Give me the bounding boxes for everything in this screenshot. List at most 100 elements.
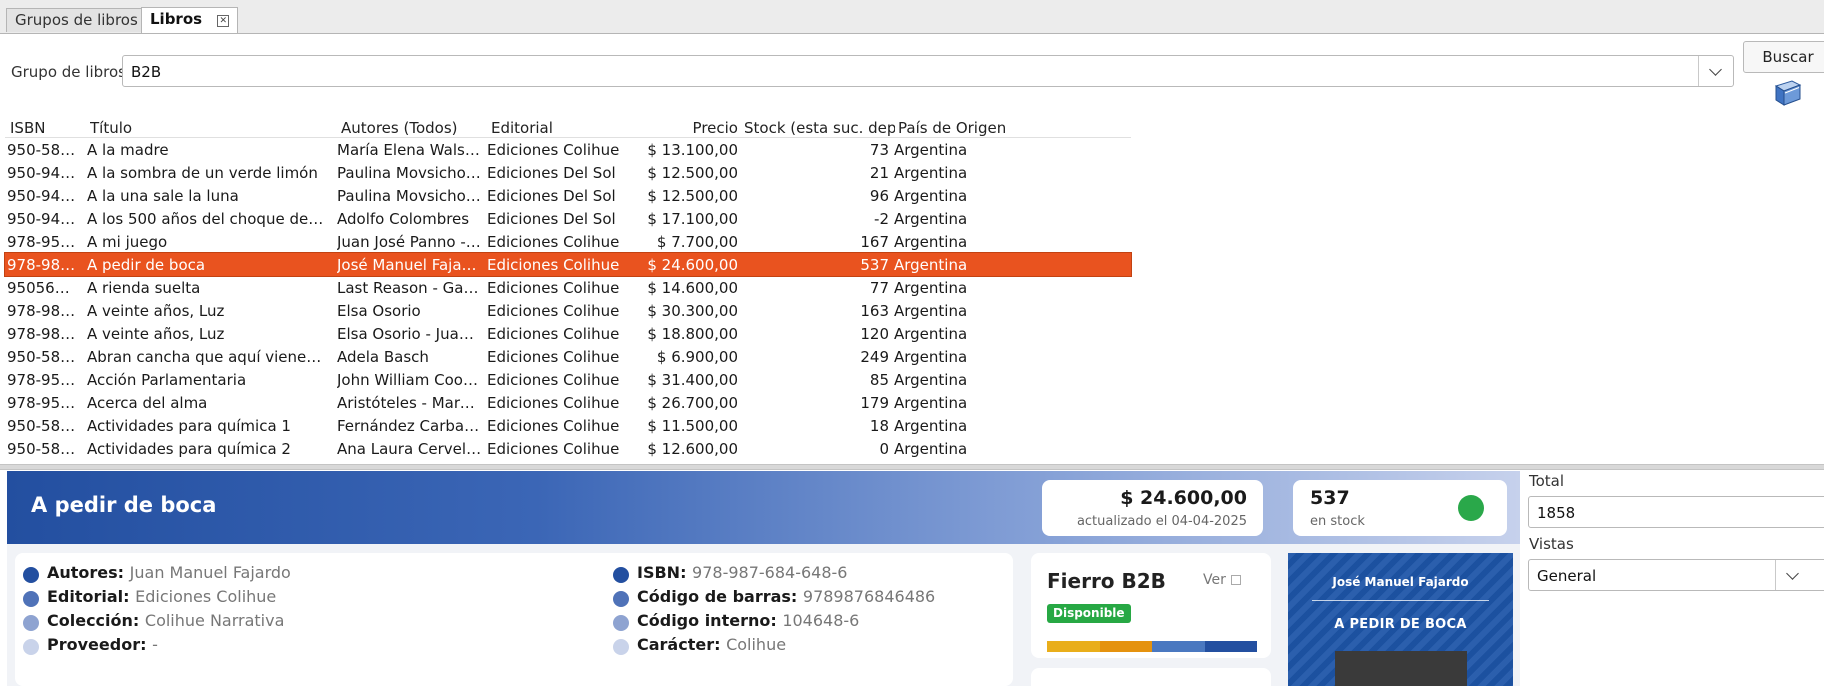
tab-grupos-de-libros[interactable]: Grupos de libros	[6, 8, 147, 32]
table-row[interactable]: 978-987-... A veinte años, Luz Elsa Osorio…	[5, 299, 1131, 322]
info-field-key: Código de barras:	[637, 587, 798, 606]
column-header-isbn[interactable]: ISBN	[10, 119, 45, 137]
cell-editorial: Ediciones Colihue	[487, 256, 620, 274]
cell-stock: -2	[874, 210, 889, 228]
cell-editorial: Ediciones Del Sol	[487, 164, 616, 182]
table-row[interactable]: 978-950-... A mi juego Juan José Panno - J…	[5, 230, 1131, 253]
cell-autores: Elsa Osorio - Juan V...	[337, 325, 482, 343]
table-row[interactable]: 978-950-... Acerca del alma Aristóteles - …	[5, 391, 1131, 414]
color-bar-segment	[1047, 641, 1100, 652]
bullet-icon	[23, 615, 39, 631]
cell-pais: Argentina	[894, 348, 968, 366]
cell-precio: $ 18.800,00	[647, 325, 738, 343]
table-row[interactable]: 978-950-... Acción Parlamentaria John Will…	[5, 368, 1131, 391]
info-field-key: Carácter:	[637, 635, 721, 654]
column-header-autores[interactable]: Autores (Todos)	[341, 119, 457, 137]
cell-editorial: Ediciones Colihue	[487, 279, 620, 297]
total-field[interactable]: 1858	[1528, 496, 1824, 528]
dropdown-button[interactable]	[1775, 560, 1811, 590]
search-button[interactable]: Buscar	[1743, 41, 1824, 73]
cell-titulo: A veinte años, Luz	[87, 325, 225, 343]
book-group-label: Grupo de libros	[11, 63, 126, 81]
fierro-title: Fierro B2B	[1047, 569, 1166, 593]
table-row[interactable]: 950-581-... Actividades para química 1 Fer…	[5, 414, 1131, 437]
book-icon[interactable]	[1772, 77, 1804, 109]
cell-pais: Argentina	[894, 256, 968, 274]
table-row[interactable]: 950-9413... A los 500 años del choque de …	[5, 207, 1131, 230]
info-field-value: Ediciones Colihue	[135, 587, 277, 606]
info-field-value: 9789876846486	[802, 587, 936, 606]
cell-stock: 18	[869, 417, 889, 435]
column-header-stock[interactable]: Stock (esta suc. depos	[744, 119, 895, 137]
stock-value: 537	[1310, 487, 1350, 509]
table-row[interactable]: 950-581-... A la madre María Elena Walsh -…	[5, 138, 1131, 161]
column-header-titulo[interactable]: Título	[90, 119, 132, 137]
cell-editorial: Ediciones Colihue	[487, 417, 620, 435]
column-header-pais[interactable]: País de Origen	[898, 119, 1006, 137]
cell-isbn: 978-950-...	[7, 394, 79, 412]
cell-stock: 537	[860, 256, 889, 274]
info-field-key: ISBN:	[637, 563, 687, 582]
cell-precio: $ 12.500,00	[647, 164, 738, 182]
cover-photo	[1335, 651, 1467, 686]
availability-badge: Disponible	[1047, 604, 1131, 623]
column-header-precio[interactable]: Precio	[645, 119, 738, 137]
views-select[interactable]: General	[1528, 559, 1824, 591]
close-icon[interactable]: ✕	[217, 15, 230, 27]
ver-link[interactable]: Ver	[1203, 572, 1241, 588]
cell-isbn: 950-9413...	[7, 187, 79, 205]
external-link-icon	[1230, 575, 1241, 585]
table-row[interactable]: 950-581-... Abran cancha que aquí viene D…	[5, 345, 1131, 368]
table-row[interactable]: 950-9413... A la sombra de un verde limón…	[5, 161, 1131, 184]
cell-titulo: A pedir de boca	[87, 256, 206, 274]
book-detail-panel: A pedir de boca $ 24.600,00 actualizado …	[7, 471, 1520, 686]
total-value: 1858	[1537, 504, 1576, 522]
cell-autores: Paulina Movsichoff ...	[337, 187, 482, 205]
info-field-value: Colihue Narrativa	[144, 611, 285, 630]
cell-titulo: Acerca del alma	[87, 394, 208, 412]
tab-bar: Grupos de libros Libros ✕	[0, 0, 1824, 34]
cell-isbn: 950-581-...	[7, 417, 79, 435]
tab-libros[interactable]: Libros ✕	[141, 7, 239, 33]
splitter-handle[interactable]	[0, 464, 1824, 470]
table-row[interactable]: 950-9413... A la una sale la luna Paulina …	[5, 184, 1131, 207]
table-row[interactable]: 9505639... A rienda suelta Last Reason - G…	[5, 276, 1131, 299]
status-color-bar	[1047, 641, 1257, 652]
cell-autores: Adolfo Colombres	[337, 210, 470, 228]
chevron-down-icon	[1786, 567, 1799, 580]
cover-author: José Manuel Fajardo	[1332, 575, 1469, 589]
dropdown-button[interactable]	[1698, 56, 1733, 86]
cell-editorial: Ediciones Colihue	[487, 325, 620, 343]
table-row[interactable]: 950-581-... Actividades para química 2 Ana…	[5, 437, 1131, 460]
cell-isbn: 978-987-...	[7, 302, 79, 320]
cell-autores: Last Reason - Gabri...	[337, 279, 482, 297]
info-field-label: Editorial: Ediciones Colihue	[47, 587, 276, 606]
cell-isbn: 950-581-...	[7, 348, 79, 366]
table-row[interactable]: 978-987-... A pedir de boca José Manuel Fa…	[4, 252, 1132, 277]
column-header-editorial[interactable]: Editorial	[491, 119, 553, 137]
cell-titulo: A veinte años, Luz	[87, 302, 225, 320]
info-field-key: Autores:	[47, 563, 125, 582]
cell-autores: John William Cook...	[337, 371, 482, 389]
cell-isbn: 978-987-...	[7, 256, 79, 274]
tab-label: Libros	[150, 10, 203, 28]
cell-stock: 0	[879, 440, 889, 458]
book-info-card: Autores: Juan Manuel Fajardo Editorial: E…	[15, 553, 1013, 686]
cell-isbn: 950-581-...	[7, 440, 79, 458]
cell-autores: José Manuel Fajardo	[337, 256, 482, 274]
book-group-select[interactable]: B2B	[122, 55, 1734, 87]
cell-precio: $ 26.700,00	[647, 394, 738, 412]
cell-pais: Argentina	[894, 279, 968, 297]
cell-precio: $ 14.600,00	[647, 279, 738, 297]
cell-stock: 249	[860, 348, 889, 366]
cover-title: A PEDIR DE BOCA	[1334, 617, 1467, 632]
chevron-down-icon	[1709, 63, 1722, 76]
info-field-label: Proveedor: -	[47, 635, 158, 654]
color-bar-segment	[1152, 641, 1205, 652]
cell-titulo: A la sombra de un verde limón	[87, 164, 318, 182]
books-table[interactable]: ISBN Título Autores (Todos) Editorial Pr…	[4, 116, 1132, 460]
table-row[interactable]: 978-987-... A veinte años, Luz Elsa Osorio…	[5, 322, 1131, 345]
cell-pais: Argentina	[894, 371, 968, 389]
cell-pais: Argentina	[894, 141, 968, 159]
cell-isbn: 950-9413...	[7, 164, 79, 182]
